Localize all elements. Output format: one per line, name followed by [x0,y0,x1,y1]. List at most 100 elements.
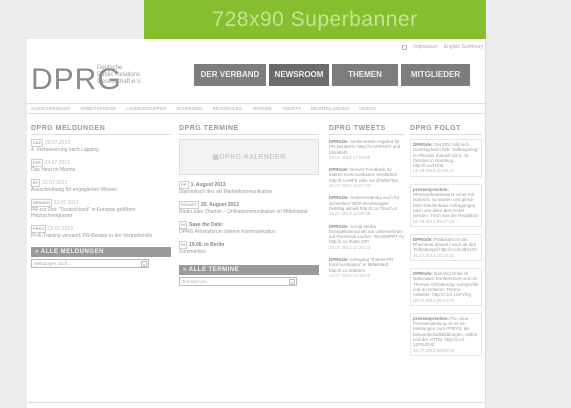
subnav-item[interactable]: TERMINE [252,106,272,111]
followed-tweet-item[interactable]: DPRGde: Der DDJ hält sich Sonntag beim D… [410,139,482,177]
page: Impressum English Summary DPRG Deutsche … [27,39,486,408]
event-title[interactable]: Stammtisch des ski Marketkommunikation [179,189,319,195]
sub-nav: AUSSCHREIBUNG ARBEITSKREISE LANDESGRUPPE… [27,103,486,114]
termine-select-value: Termine von... [182,279,211,284]
event-date: 19.08. in Berlin [189,242,225,248]
tweet-item[interactable]: DPRGde: Denver Feedback für interne Komm… [329,167,405,188]
logo-subtitle-line: Deutsche [97,65,123,71]
followed-tweet-item[interactable]: pressesprechen: Für neue Pressemitteilun… [410,312,482,356]
superbanner-ad[interactable]: 728x90 Superbanner [144,0,486,39]
tweet-date: 01.08.2013 09:47:46 [413,218,455,224]
tweet-item[interactable]: DPRGde: Stellenmarkt-Angebot für PR-Bera… [329,139,405,160]
tweet-user[interactable]: DPRGde: [413,142,433,147]
tweet-item[interactable]: DPRGde: Ondeverständig auch für Schnelle… [329,195,405,216]
nav-der-verband[interactable]: DER VERBAND [194,64,266,86]
news-tag: BRANDS [31,199,52,207]
nav-themen[interactable]: THEMEN [332,64,398,86]
logo-subtitle-line: Gesellschaft e.V. [97,79,142,85]
meldungen-select-value: Meldungen nach... [34,261,72,266]
calendar-icon: ▦ [212,154,220,161]
news-title[interactable]: Ausschreibung für engagierten Wissen [31,187,171,193]
tweet-user[interactable]: DPRGde: [329,139,349,144]
folgt-heading: DPRG FOLGT [410,125,482,135]
tweet-date: 24.07.2013 12:00:48 [329,211,371,217]
meldungen-column: DPRG MELDUNGEN DAZ 29.07.2013 4. Verbesser… [31,125,171,268]
logo-subtitle: Deutsche Public Relations Gesellschaft e… [97,65,147,86]
tweet-user[interactable]: DPRGde: [413,271,433,276]
tweet-date: 22.07.2013 13:19:00 [329,272,371,278]
event-date: 1. August 2013 [190,182,226,188]
termine-select[interactable]: Termine von... ▾ [179,277,297,286]
subnav-item[interactable]: TWEETS [282,106,301,111]
tweet-date: 29.07.2013 17:00:00 [329,154,371,160]
tweet-text: #Pressetheaterwurst Leser mit Hamsch. so… [413,192,479,219]
subnav-item[interactable]: BEURTEILUNGEN [311,106,349,111]
folgt-column: DPRG FOLGT DPRGde: Der DDJ hält sich Son… [410,125,482,363]
tweet-date: 31.07.2013 10:14:22 [413,252,455,258]
news-item[interactable]: BY 22.07.2013 Ausschreibung für engagierte… [31,179,171,193]
event-title[interactable]: Sommerfest [179,249,319,255]
event-item[interactable]: IN 19.08. in Berlin Sommerfest [179,241,319,255]
tweet-user[interactable]: pressesprechen: [413,316,449,321]
chevron-down-icon: ▾ [141,261,147,267]
subnav-item[interactable]: ARBEITSKREISE [80,106,116,111]
termine-heading: DPRG TERMINE [179,125,319,135]
tweet-item[interactable]: DPRGde: Lehrgang "Interne PR Kommunikati… [329,257,405,278]
chevron-down-icon: ▾ [289,279,295,285]
impressum-link[interactable]: Impressum [413,44,438,50]
event-title[interactable]: DPRG Arbeitsforum Interne Kommunikation [179,229,319,235]
tweet-user[interactable]: DPRGde: [329,167,349,172]
news-title[interactable]: Profi-Training versand: PR-Berater in de… [31,233,171,239]
news-tag: PRKS [31,225,46,233]
subnav-item[interactable]: VIDEOS [359,106,376,111]
alle-meldungen-label: ALLE MELDUNGEN [40,249,104,255]
news-title[interactable]: PR zur Zeit: "Deutschland" in Europas gr… [31,207,171,219]
followed-tweet-item[interactable]: DPRGde: Praktikant im der Rheinbeat aktu… [410,233,482,262]
followed-tweet-item[interactable]: pressesprechen: #Pressetheaterwurst Lese… [410,183,482,227]
news-date: 22.07.2013 [47,226,73,232]
subnav-item[interactable]: REGIONALES [213,106,242,111]
tweet-date: 23.07.2013 11:23:13 [329,244,370,250]
event-item[interactable]: SCHAFT 20. August 2013 Radio oder Zhamin –… [179,201,319,215]
event-tag: PR [179,181,189,189]
kalender-banner[interactable]: ▦ DPRG KALENDER [179,139,319,175]
event-title[interactable]: Radio oder Zhamin – Onlinekommunikation … [179,209,319,215]
tweet-user[interactable]: DPRGde: [329,224,349,229]
tweets-column: DPRG TWEETS DPRGde: Stellenmarkt-Angebot… [329,125,405,285]
tweet-date: 25.07.2013 10:07:43 [329,183,371,189]
news-item[interactable]: BRANDS 22.07.2013 PR zur Zeit: "Deutschlan… [31,199,171,219]
meldungen-select[interactable]: Meldungen nach... ▾ [31,259,149,268]
followed-tweet-item[interactable]: DPRGde: Das DCI Ende ist Nationalen Konf… [410,268,482,306]
news-item[interactable]: DAZ 29.07.2013 4. Verbesserung nach Lappin… [31,139,171,153]
news-item[interactable]: PRKS 22.07.2013 Profi-Training versand: PR… [31,225,171,239]
event-item[interactable]: IN Save the Date: DPRG Arbeitsforum Intern… [179,221,319,235]
event-item[interactable]: PR 1. August 2013 Stammtisch des ski Marke… [179,181,319,195]
news-title[interactable]: 4. Verbesserung nach Lapping [31,147,171,153]
tweet-user[interactable]: DPRGde: [329,257,349,262]
tweet-user[interactable]: DPRGde: [329,195,349,200]
tweet-user[interactable]: DPRGde: [413,237,433,242]
home-icon[interactable] [402,44,408,50]
tweet-text: Für neue Pressemitteilung ob ist ein Mel… [413,315,478,348]
news-title[interactable]: Das Heut im Marme [31,167,171,173]
tweet-date: 01.08.2013 10:30:17 [413,168,455,174]
tweet-item[interactable]: DPRGde: Social Media Evangelistenschaft … [329,224,405,250]
meldungen-heading: DPRG MELDUNGEN [31,125,171,135]
news-item[interactable]: FEB 24.07.2013 Das Heut im Marme [31,159,171,173]
kalender-label: DPRG KALENDER [219,153,286,161]
english-summary-link[interactable]: English Summary [444,44,483,50]
alle-termine-button[interactable]: » ALLE TERMINE [179,265,319,275]
event-tag: IN [179,241,187,249]
nav-newsroom[interactable]: NEWSROOM [269,64,329,86]
event-date: 20. August 2013 [201,202,239,208]
tweet-user[interactable]: pressesprechen: [413,187,449,192]
subnav-item[interactable]: SCHREIBEN [176,106,202,111]
tweet-date: 30.07.2013 08:43:00 [413,297,455,303]
news-date: 22.07.2013 [42,180,68,186]
subnav-item[interactable]: AUSSCHREIBUNG [31,106,70,111]
logo-subtitle-line: Public Relations [97,72,141,78]
subnav-item[interactable]: LANDESGRUPPEN [126,106,166,111]
alle-meldungen-button[interactable]: » ALLE MELDUNGEN [31,247,171,257]
event-date: Save the Date: [189,222,224,228]
nav-mitglieder[interactable]: MITGLIEDER [401,64,470,86]
